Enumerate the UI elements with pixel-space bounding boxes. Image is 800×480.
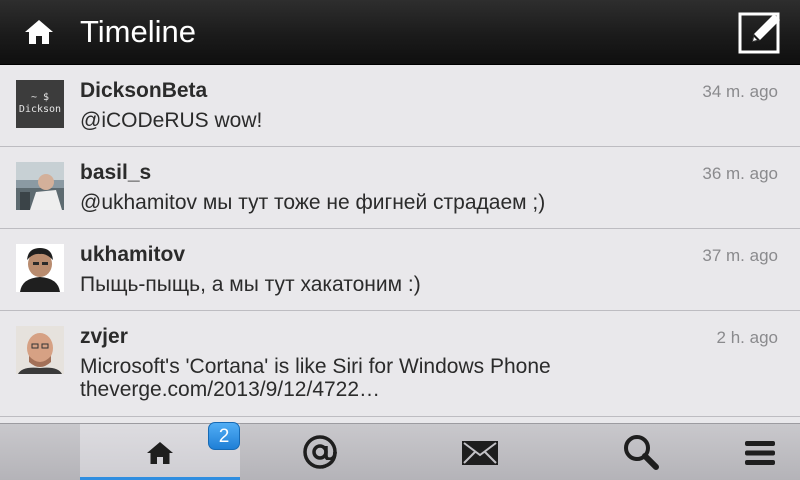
tweet-author[interactable]: ukhamitov	[80, 242, 185, 268]
app: Timeline ~ $ Dickson DicksonBeta 34 m. a…	[0, 0, 800, 480]
tweet-text: Пыщь-пыщь, а мы тут хакатоним :)	[80, 273, 421, 296]
tweet-text: @iCODeRUS wow!	[80, 109, 263, 132]
home-icon	[147, 442, 173, 464]
tweet-author[interactable]: DicksonBeta	[80, 78, 207, 104]
tweet-time: 2 h. ago	[716, 328, 778, 347]
tweet-text: @ukhamitov мы тут тоже не фигней страдае…	[80, 191, 546, 214]
tweet-author[interactable]: basil_s	[80, 160, 151, 186]
home-icon	[25, 20, 53, 44]
tweet-time: 34 m. ago	[702, 82, 778, 101]
at-icon	[303, 435, 338, 470]
bottom-tab-bar	[0, 423, 800, 480]
avatar[interactable]	[16, 326, 64, 374]
avatar-text-2: Dickson	[19, 104, 61, 115]
envelope-icon	[462, 441, 498, 465]
tweet-time: 37 m. ago	[702, 246, 778, 265]
avatar-text-1: ~ $	[31, 92, 49, 103]
timeline-list[interactable]: ~ $ Dickson DicksonBeta 34 m. ago @iCODe…	[0, 65, 800, 423]
tweet-item[interactable]: zvjer 2 h. ago Microsoft's 'Cortana' is …	[0, 311, 800, 417]
tab-messages[interactable]	[400, 424, 560, 480]
avatar[interactable]	[16, 244, 64, 292]
notification-badge: 2	[208, 422, 240, 450]
search-icon	[624, 435, 659, 470]
tweet-item[interactable]: ukhamitov 37 m. ago Пыщь-пыщь, а мы тут …	[0, 229, 800, 311]
tweet-author[interactable]: zvjer	[80, 324, 128, 350]
tab-mentions[interactable]	[240, 424, 400, 480]
tab-search[interactable]	[560, 424, 720, 480]
tweet-link[interactable]: theverge.com/2013/9/12/4722…	[80, 378, 770, 401]
home-button[interactable]	[22, 18, 56, 46]
tweet-text: Microsoft's 'Cortana' is like Siri for W…	[80, 355, 770, 401]
compose-icon	[738, 12, 780, 54]
tab-menu[interactable]	[720, 424, 800, 480]
page-title: Timeline	[80, 14, 196, 49]
tweet-time: 36 m. ago	[702, 164, 778, 183]
compose-button[interactable]	[738, 10, 784, 54]
menu-icon	[745, 441, 775, 465]
avatar[interactable]	[16, 162, 64, 210]
tweet-item[interactable]: basil_s 36 m. ago @ukhamitov мы тут тоже…	[0, 147, 800, 229]
tweet-text-body: Microsoft's 'Cortana' is like Siri for W…	[80, 355, 551, 378]
header-bar: Timeline	[0, 0, 800, 65]
avatar[interactable]: ~ $ Dickson	[16, 80, 64, 128]
tweet-item[interactable]: ~ $ Dickson DicksonBeta 34 m. ago @iCODe…	[0, 65, 800, 147]
